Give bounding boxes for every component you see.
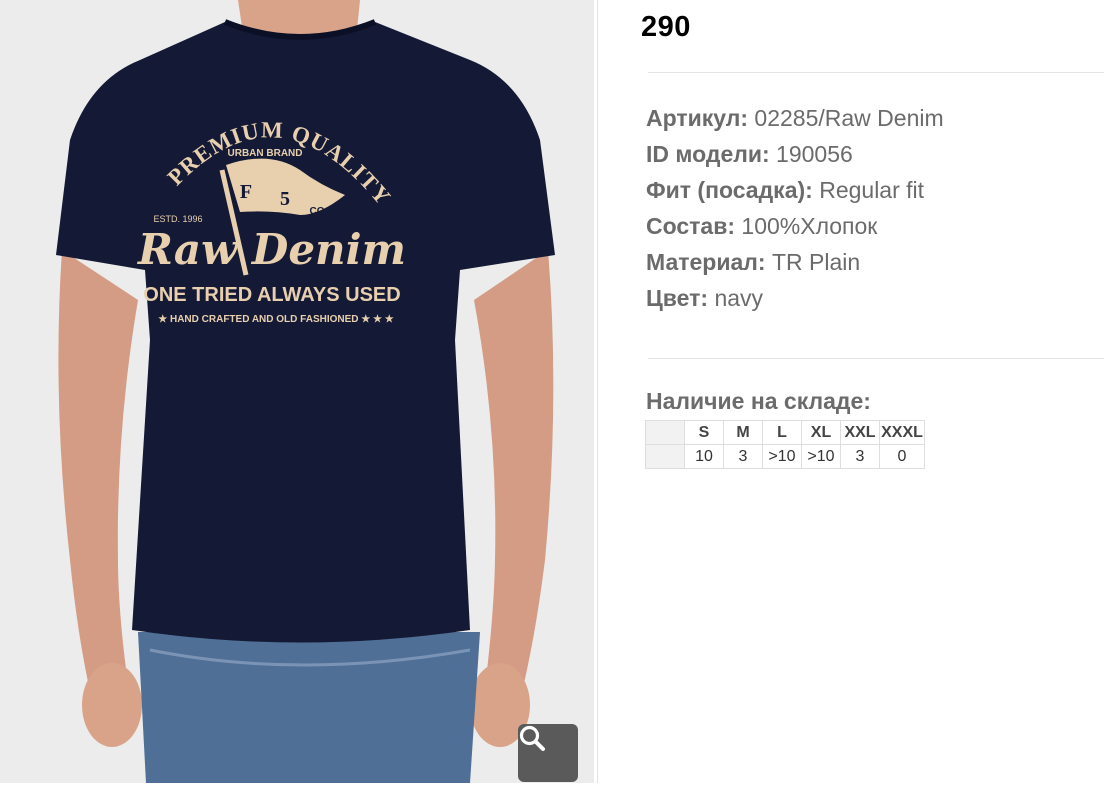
property-article: Артикул: 02285/Raw Denim [646, 100, 944, 136]
flag-letter-5: 5 [280, 188, 290, 210]
property-value: 100%Хлопок [741, 213, 878, 239]
count-cell-s: 10 [684, 444, 724, 469]
panel-divider [597, 0, 598, 783]
property-label: ID модели: [646, 141, 770, 167]
tshirt-illustration: PREMIUM QUALITY URBAN BRAND ESTD. 1996 F… [56, 0, 555, 783]
zoom-button[interactable] [518, 724, 578, 782]
property-label: Состав: [646, 213, 736, 239]
jeans [138, 632, 480, 783]
property-label: Материал: [646, 249, 766, 275]
product-price: 290 [641, 11, 691, 43]
flag-letter-f: F [240, 181, 252, 203]
size-cell-xxxl: XXXL [879, 420, 925, 445]
property-value: 190056 [776, 141, 853, 167]
stock-size-row: S M L XL XXL XXXL [645, 420, 925, 445]
property-value: 02285/Raw Denim [754, 105, 944, 131]
property-fit: Фит (посадка): Regular fit [646, 172, 944, 208]
count-cell-l: >10 [762, 444, 802, 469]
flag-letter-co: CO [310, 206, 325, 217]
property-color: Цвет: navy [646, 280, 944, 316]
size-cell-l: L [762, 420, 802, 445]
size-cell-xl: XL [801, 420, 841, 445]
count-cell-xxxl: 0 [879, 444, 925, 469]
property-value: navy [714, 285, 764, 311]
count-cell-m: 3 [723, 444, 763, 469]
property-label: Фит (посадка): [646, 177, 813, 203]
stock-table: S M L XL XXL XXXL 10 3 >10 >10 3 0 [645, 420, 925, 469]
left-arm [58, 250, 138, 712]
count-cell-xxl: 3 [840, 444, 880, 469]
property-label: Артикул: [646, 105, 749, 131]
print-brand-line: URBAN BRAND [228, 148, 303, 159]
stock-corner-cell [645, 420, 685, 445]
magnifier-icon [519, 725, 545, 751]
stock-count-row: 10 3 >10 >10 3 0 [645, 444, 925, 469]
property-value: Regular fit [819, 177, 925, 203]
size-cell-m: M [723, 420, 763, 445]
count-cell-xl: >10 [801, 444, 841, 469]
size-cell-xxl: XXL [840, 420, 880, 445]
stock-corner-cell [645, 444, 685, 469]
product-photo[interactable]: PREMIUM QUALITY URBAN BRAND ESTD. 1996 F… [0, 0, 594, 783]
print-footer: ★ HAND CRAFTED AND OLD FASHIONED ★ ★ ★ [158, 314, 394, 325]
print-script-title: Raw Denim [137, 225, 406, 274]
property-model-id: ID модели: 190056 [646, 136, 944, 172]
property-label: Цвет: [646, 285, 709, 311]
property-composition: Состав: 100%Хлопок [646, 208, 944, 244]
divider [648, 72, 1104, 73]
product-properties: Артикул: 02285/Raw Denim ID модели: 1900… [646, 100, 944, 316]
print-slogan: ONE TRIED ALWAYS USED [143, 284, 400, 306]
property-value: TR Plain [771, 249, 861, 275]
size-cell-s: S [684, 420, 724, 445]
print-estd: ESTD. 1996 [153, 214, 202, 224]
left-hand [82, 663, 142, 747]
property-material: Материал: TR Plain [646, 244, 944, 280]
stock-title: Наличие на складе: [646, 388, 871, 414]
right-arm [474, 250, 554, 712]
divider [648, 358, 1104, 359]
